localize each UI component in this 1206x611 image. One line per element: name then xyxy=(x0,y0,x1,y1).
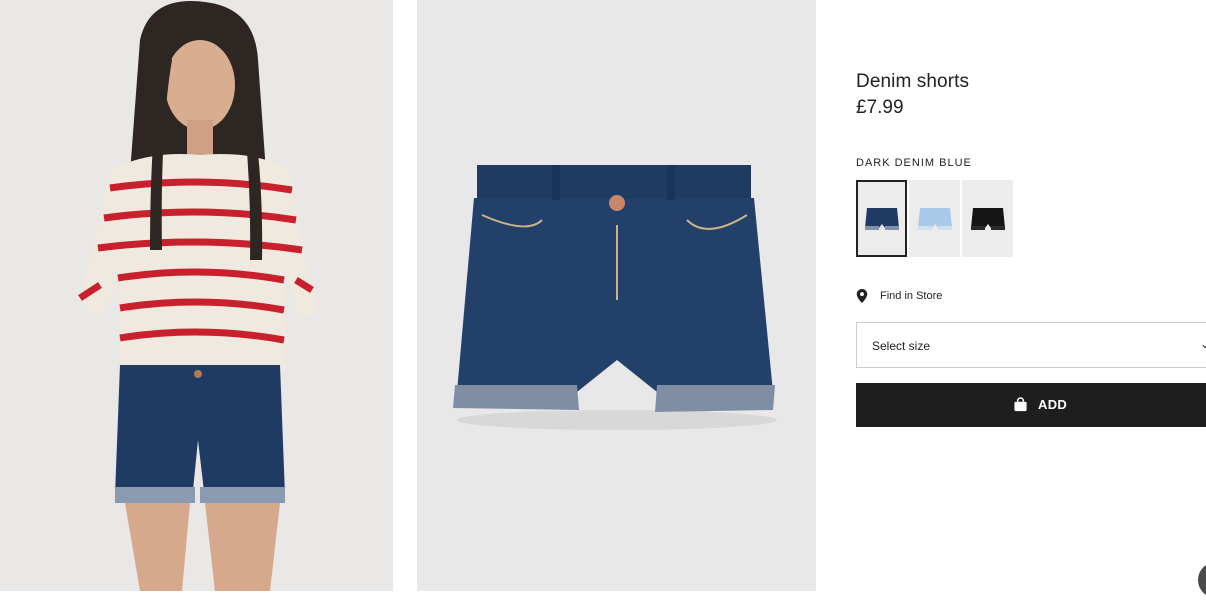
product-price: £7.99 xyxy=(856,97,904,118)
product-title: Denim shorts xyxy=(856,71,970,92)
bag-icon xyxy=(1014,397,1027,412)
swatch-shorts-icon xyxy=(864,207,899,230)
size-select-placeholder: Select size xyxy=(872,339,931,353)
add-to-bag-button[interactable]: ADD xyxy=(856,383,1206,427)
product-photo[interactable] xyxy=(417,0,816,591)
swatch-black[interactable] xyxy=(962,180,1013,257)
location-pin-icon xyxy=(856,289,868,303)
product-info-panel: Denim shorts £7.99 DARK DENIM BLUE Find … xyxy=(856,0,1206,611)
color-swatches xyxy=(856,180,1013,257)
swatch-shorts-icon xyxy=(917,207,952,230)
find-in-store-link[interactable]: Find in Store xyxy=(856,289,942,303)
swatch-light-denim-blue[interactable] xyxy=(909,180,960,257)
add-button-label: ADD xyxy=(1038,397,1068,412)
chevron-down-icon: ⌄ xyxy=(1200,337,1206,351)
swatch-dark-denim-blue[interactable] xyxy=(856,180,907,257)
product-photo-illustration xyxy=(417,0,816,591)
swatch-shorts-icon xyxy=(970,207,1005,230)
find-in-store-label: Find in Store xyxy=(880,290,943,302)
color-name: DARK DENIM BLUE xyxy=(856,157,972,169)
add-button-content: ADD xyxy=(1013,397,1067,412)
size-select[interactable]: Select size ⌄ xyxy=(856,322,1206,368)
model-photo[interactable] xyxy=(0,0,393,591)
model-photo-illustration xyxy=(0,0,393,591)
